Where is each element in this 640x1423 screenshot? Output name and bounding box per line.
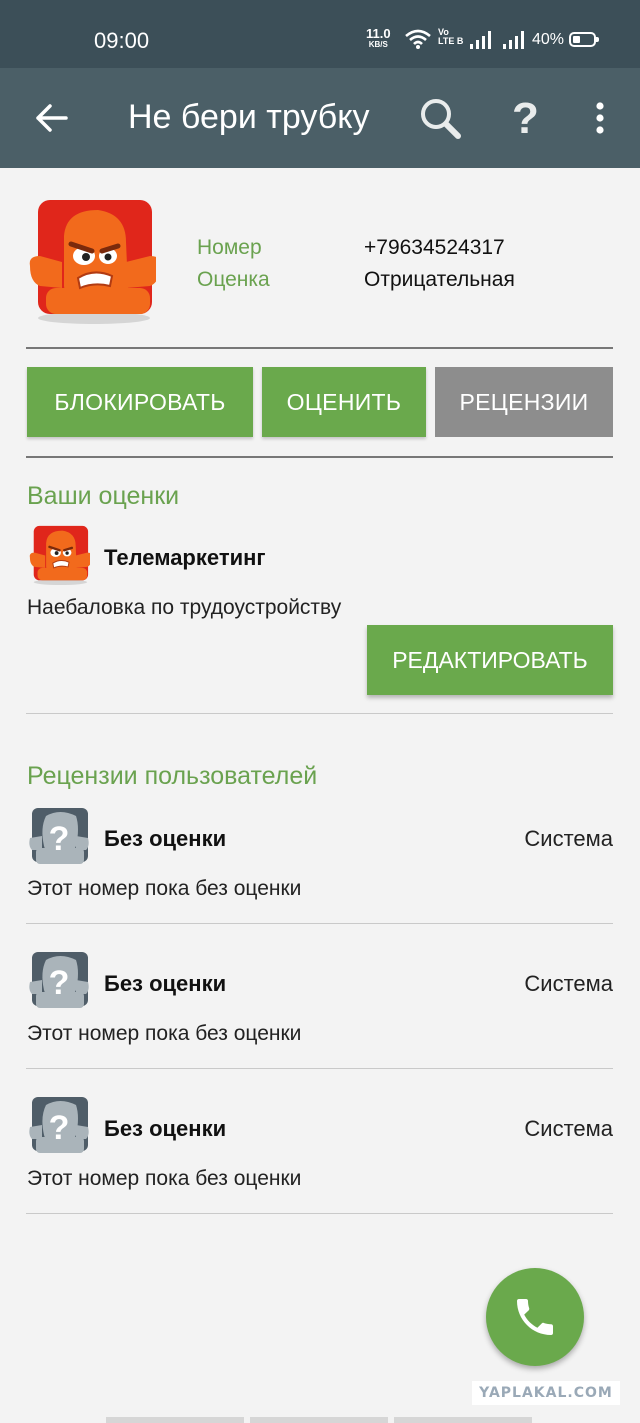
my-ratings-title: Ваши оценки [27, 482, 180, 510]
nav-hint [250, 1417, 388, 1423]
nav-hint [106, 1417, 244, 1423]
network-speed-unit: KB/S [368, 40, 388, 49]
signal-icon [470, 31, 491, 49]
search-icon[interactable] [418, 96, 462, 140]
my-rating-comment: Наебаловка по трудоустройству [27, 596, 342, 619]
review-source: Система [524, 971, 613, 996]
review-text: Этот номер пока без оценки [27, 1167, 302, 1190]
block-button[interactable]: БЛОКИРОВАТЬ [27, 367, 253, 437]
review-label: Без оценки [104, 1116, 227, 1141]
help-button[interactable]: ? [512, 94, 539, 144]
more-vert-icon[interactable] [590, 100, 610, 136]
watermark: YAPLAKAL.COM [472, 1381, 620, 1405]
unknown-avatar [26, 1095, 92, 1157]
unknown-avatar [26, 806, 92, 868]
my-rating-category: Телемаркетинг [104, 545, 266, 570]
page-title: Не бери трубку [128, 98, 370, 136]
divider [26, 347, 613, 349]
edit-button[interactable]: РЕДАКТИРОВАТЬ [367, 625, 613, 695]
number-label: Номер [197, 236, 262, 259]
review-source: Система [524, 826, 613, 851]
network-speed: 11.0 KB/S [366, 27, 391, 50]
phone-icon [517, 1299, 553, 1335]
divider [26, 456, 613, 458]
battery-icon [569, 32, 599, 47]
caller-avatar [26, 196, 156, 326]
review-text: Этот номер пока без оценки [27, 877, 302, 900]
call-button[interactable] [486, 1268, 584, 1366]
status-bar: 09:00 11.0 KB/S Vo LTE B 40% [0, 0, 640, 68]
battery-percent: 40% [532, 31, 565, 48]
volte-indicator: Vo LTE B [438, 28, 463, 46]
rating-value: Отрицательная [364, 268, 515, 291]
divider [26, 923, 613, 924]
number-value: +79634524317 [364, 236, 505, 259]
divider [26, 1213, 613, 1214]
app-bar: Не бери трубку ? [0, 68, 640, 168]
user-reviews-title: Рецензии пользователей [27, 762, 318, 790]
volte-bottom: LTE B [438, 36, 464, 46]
rating-label: Оценка [197, 268, 270, 291]
review-source: Система [524, 1116, 613, 1141]
unknown-avatar [26, 950, 92, 1012]
status-time: 09:00 [94, 28, 150, 53]
reviews-button[interactable]: РЕЦЕНЗИИ [435, 367, 613, 437]
review-label: Без оценки [104, 971, 227, 996]
divider [26, 1068, 613, 1069]
divider [26, 713, 613, 714]
review-text: Этот номер пока без оценки [27, 1022, 302, 1045]
nav-hint [394, 1417, 532, 1423]
telemarketing-avatar [26, 524, 92, 586]
arrow-left-icon[interactable] [32, 98, 72, 138]
signal-icon [503, 31, 524, 49]
wifi-icon [405, 29, 431, 49]
review-label: Без оценки [104, 826, 227, 851]
rate-button[interactable]: ОЦЕНИТЬ [262, 367, 426, 437]
